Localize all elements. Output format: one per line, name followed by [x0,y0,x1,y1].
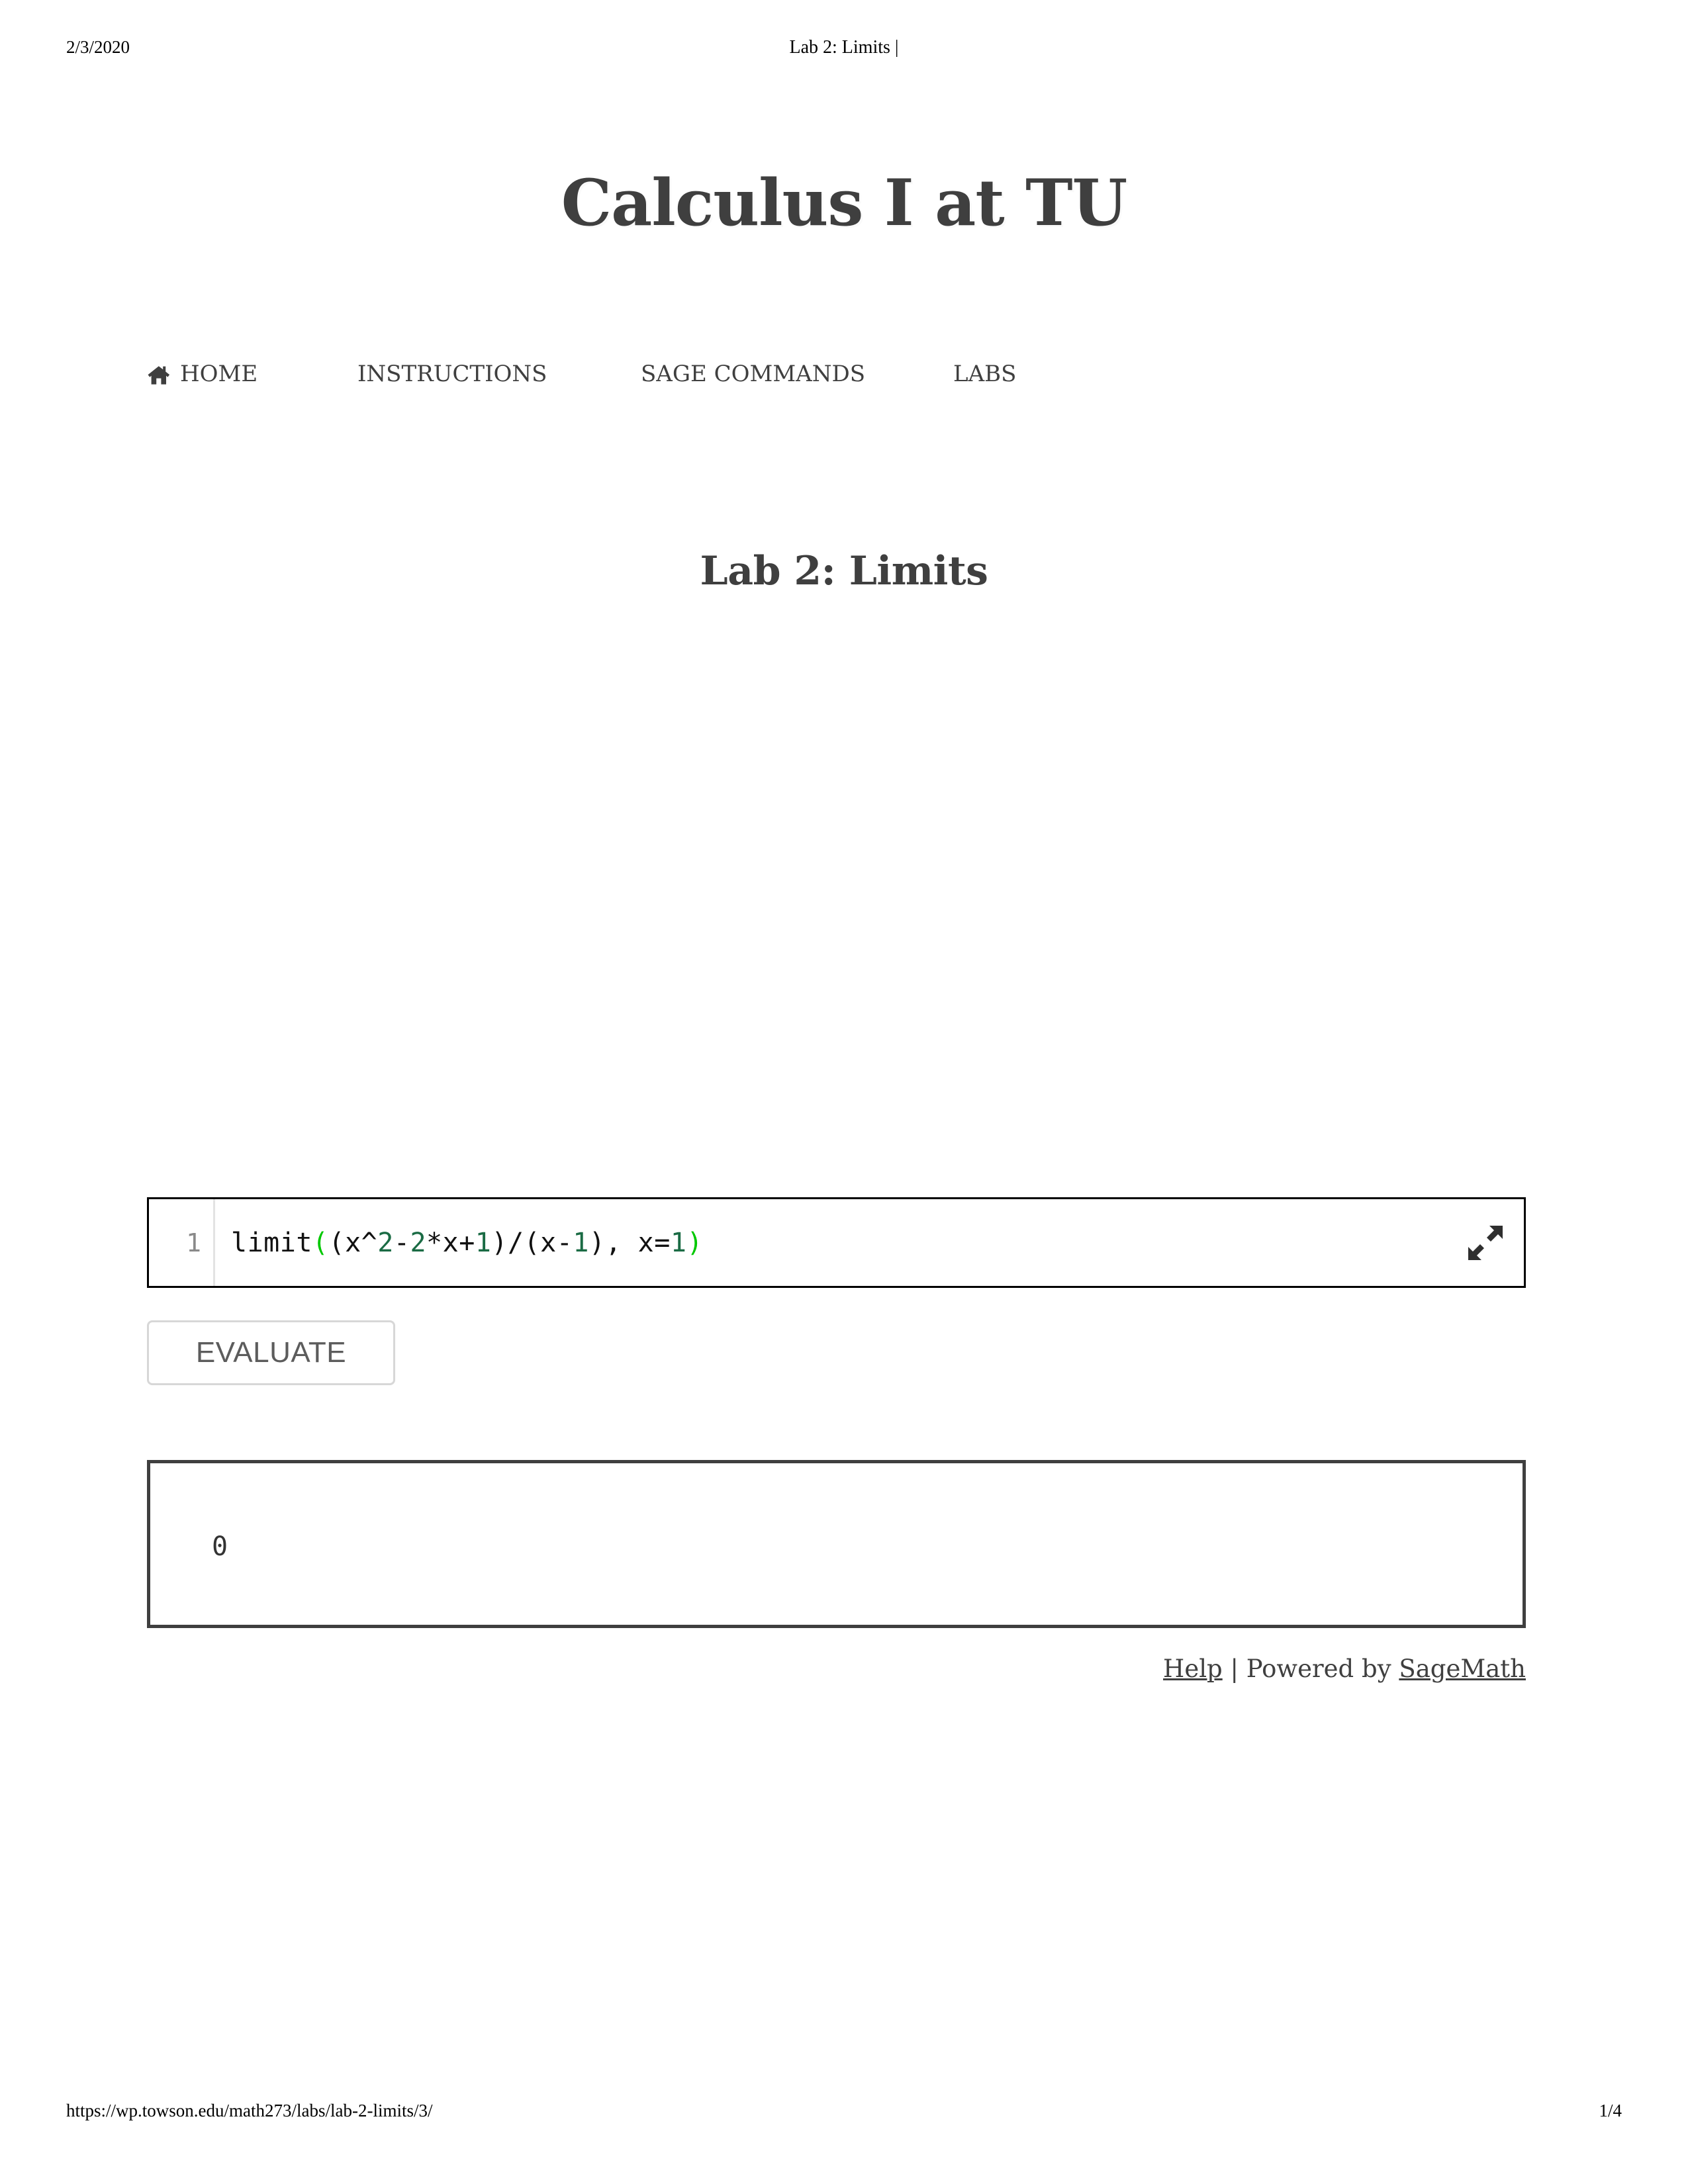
print-document-title: Lab 2: Limits | [789,37,899,58]
nav-item-label: LABS [953,361,1017,387]
code-token-plain: - [393,1227,410,1258]
code-token-match: ( [312,1227,329,1258]
nav-item-label: INSTRUCTIONS [357,361,547,387]
print-footer-url: https://wp.towson.edu/math273/labs/lab-2… [66,2101,433,2120]
nav-item-label: SAGE COMMANDS [641,361,866,387]
site-title: Calculus I at TU [561,165,1128,241]
code-token-plain: limit [231,1227,312,1258]
code-token-number: 1 [670,1227,687,1258]
help-link[interactable]: Help [1163,1655,1223,1683]
code-line-text[interactable]: limit((x^2-2*x+1)/(x-1), x=1) [215,1228,1524,1258]
code-token-plain: (x^ [328,1227,378,1258]
output-value: 0 [212,1531,228,1562]
nav-item-home[interactable]: HOME [147,361,258,388]
powered-by-label: Powered by [1246,1655,1399,1683]
primary-navigation: HOME INSTRUCTIONS SAGE COMMANDS LABS [0,361,1688,402]
page-title: Lab 2: Limits [700,547,988,594]
evaluate-button[interactable]: EVALUATE [147,1320,395,1385]
expand-arrows-icon[interactable] [1467,1224,1504,1261]
nav-item-labs[interactable]: LABS [953,361,1016,388]
line-number: 1 [186,1228,201,1257]
sagemath-link[interactable]: SageMath [1399,1655,1526,1683]
code-token-plain: *x+ [426,1227,475,1258]
code-token-number: 1 [573,1227,589,1258]
sagecell-widget: 1 limit((x^2-2*x+1)/(x-1), x=1) [147,1197,1526,1288]
code-token-plain: ), x= [588,1227,671,1258]
code-token-number: 2 [410,1227,427,1258]
sagecell-output-box: 0 [147,1460,1526,1628]
code-token-number: 1 [475,1227,492,1258]
sagecell-footer: Help | Powered by SageMath [0,1655,1526,1683]
code-token-number: 2 [377,1227,394,1258]
code-token-match: ) [686,1227,704,1258]
nav-item-label: HOME [180,361,258,387]
nav-item-instructions[interactable]: INSTRUCTIONS [357,361,547,388]
footer-separator: | [1222,1655,1246,1683]
home-icon [147,363,171,386]
code-token-plain: )/(x- [491,1227,573,1258]
print-footer-page-number: 1/4 [1599,2101,1622,2120]
code-editor[interactable]: 1 limit((x^2-2*x+1)/(x-1), x=1) [147,1197,1526,1288]
nav-item-sage-commands[interactable]: SAGE COMMANDS [641,361,865,388]
print-header: 2/3/2020 Lab 2: Limits | [0,37,1688,64]
